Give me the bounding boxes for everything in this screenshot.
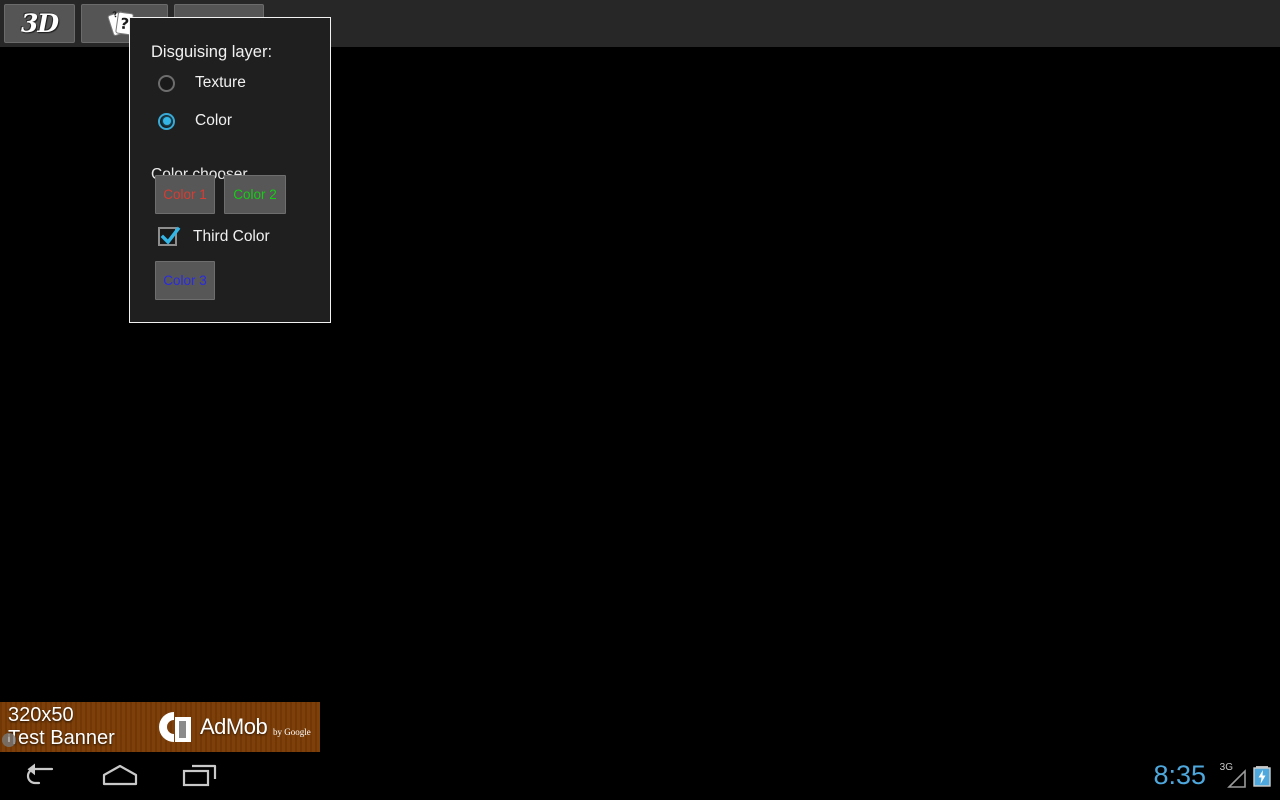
admob-test-banner[interactable]: 320x50 Test Banner i AdMob by Google [0, 702, 320, 752]
color-2-button[interactable]: Color 2 [224, 175, 286, 214]
home-icon [102, 764, 138, 786]
nav-back-button[interactable] [11, 758, 69, 794]
third-color-checkbox[interactable] [158, 226, 181, 246]
admob-wordmark: AdMob [200, 714, 268, 739]
admob-logo-icon [159, 712, 191, 742]
system-navigation-bar [0, 752, 1280, 800]
recent-apps-icon [182, 764, 217, 787]
third-color-label: Third Color [193, 227, 270, 245]
color-3-button[interactable]: Color 3 [155, 261, 215, 300]
nav-home-button[interactable] [91, 758, 149, 794]
battery-charging-icon [1253, 766, 1271, 787]
color-1-button[interactable]: Color 1 [155, 175, 215, 214]
ad-banner-text: 320x50 Test Banner [8, 704, 115, 750]
info-icon[interactable]: i [2, 733, 16, 747]
back-arrow-icon [26, 763, 54, 785]
radio-option-color[interactable]: Color [158, 112, 232, 130]
radio-option-texture[interactable]: Texture [158, 74, 246, 92]
radio-texture-indicator[interactable] [158, 74, 175, 92]
third-color-checkbox-row[interactable]: Third Color [158, 226, 270, 246]
dialog-title: Disguising layer: [151, 43, 273, 61]
checkmark-icon [160, 226, 181, 245]
radio-color-indicator[interactable] [158, 112, 175, 130]
ad-banner-line2: Test Banner [8, 727, 115, 749]
disguising-layer-dialog: Disguising layer: Texture Color Color ch… [129, 17, 331, 323]
radio-texture-label: Texture [195, 74, 246, 91]
radio-color-label: Color [195, 112, 233, 129]
ad-banner-line1: 320x50 [8, 704, 74, 726]
toolbar-button-3d[interactable]: 3D [4, 4, 75, 43]
status-clock: 8:35 [1153, 760, 1206, 790]
signal-triangle-icon [1227, 769, 1246, 788]
toolbar-button-3d-label: 3D [20, 9, 59, 38]
nav-recent-apps-button[interactable] [171, 758, 229, 794]
admob-by-google-label: by Google [273, 727, 311, 737]
